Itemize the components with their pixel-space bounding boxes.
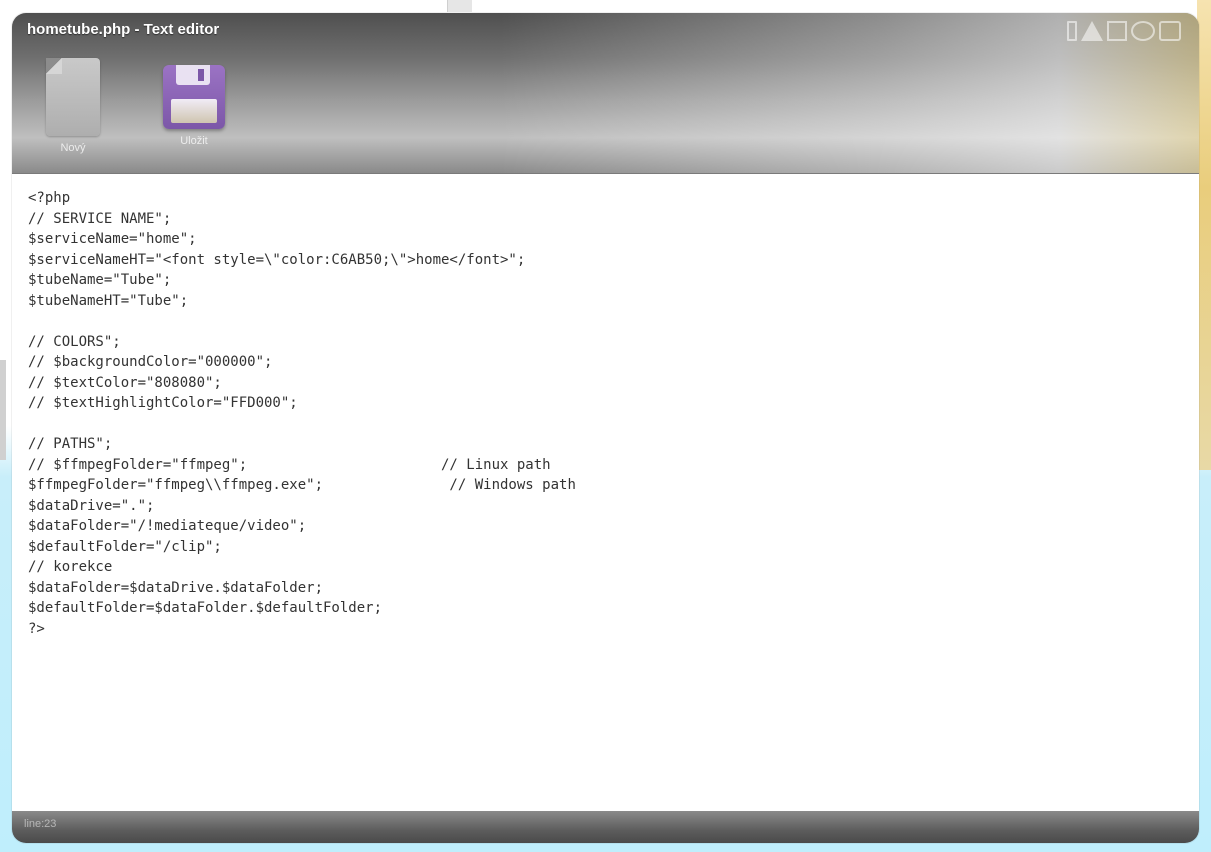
code-line: // PATHS"; <box>28 436 113 452</box>
code-line: // $textColor="808080"; <box>28 374 222 391</box>
triangle-icon[interactable] <box>1081 21 1103 41</box>
new-button-label: Nový <box>60 142 86 154</box>
close-icon[interactable] <box>1159 21 1181 41</box>
code-line: // COLORS"; <box>28 333 121 350</box>
code-line: $tubeName="Tube"; <box>28 272 172 288</box>
code-line: // $ffmpegFolder="ffmpeg"; // Linux path <box>28 456 551 473</box>
status-bar: line:23 <box>12 811 1199 843</box>
background-panel-edge-right <box>1197 0 1211 470</box>
code-line: $tubeNameHT="Tube"; <box>28 292 189 309</box>
code-line: // korekce <box>28 559 113 575</box>
code-line: ?> <box>28 620 45 637</box>
save-button[interactable]: Uložit <box>159 65 229 147</box>
background-panel-edge-left <box>0 360 6 460</box>
code-line: // $backgroundColor="000000"; <box>28 354 273 370</box>
minimize-icon[interactable] <box>1067 21 1077 41</box>
code-editor[interactable]: <?php // SERVICE NAME"; $serviceName="ho… <box>12 173 1199 812</box>
code-line: $ffmpegFolder="ffmpeg\\ffmpeg.exe"; // W… <box>28 477 576 493</box>
text-editor-window: hometube.php - Text editor Nový Uložit <… <box>12 13 1199 843</box>
code-line: <?php <box>28 190 71 206</box>
code-line: $defaultFolder=$dataFolder.$defaultFolde… <box>28 600 383 616</box>
code-line: $defaultFolder="/clip"; <box>28 538 222 555</box>
code-line: // SERVICE NAME"; <box>28 210 172 227</box>
document-icon <box>46 58 100 136</box>
code-line: $serviceNameHT="<font style=\"color:C6AB… <box>28 251 526 268</box>
background-panel-edge <box>447 0 472 12</box>
code-line: // $textHighlightColor="FFD000"; <box>28 395 298 411</box>
code-line: $dataFolder="/!mediateque/video"; <box>28 518 307 534</box>
code-line: $dataDrive="."; <box>28 497 155 514</box>
new-button[interactable]: Nový <box>38 58 108 154</box>
title-bar[interactable]: hometube.php - Text editor Nový Uložit <box>12 13 1199 173</box>
code-text[interactable]: <?php // SERVICE NAME"; $serviceName="ho… <box>12 174 1199 639</box>
window-title: hometube.php - Text editor <box>27 21 220 38</box>
floppy-disk-icon <box>163 65 225 129</box>
maximize-icon[interactable] <box>1107 21 1127 41</box>
save-button-label: Uložit <box>180 135 208 147</box>
line-indicator: line:23 <box>24 818 57 830</box>
code-line: $serviceName="home"; <box>28 231 197 247</box>
circle-icon[interactable] <box>1131 21 1155 41</box>
code-line: $dataFolder=$dataDrive.$dataFolder; <box>28 579 324 596</box>
window-controls <box>1067 21 1181 41</box>
